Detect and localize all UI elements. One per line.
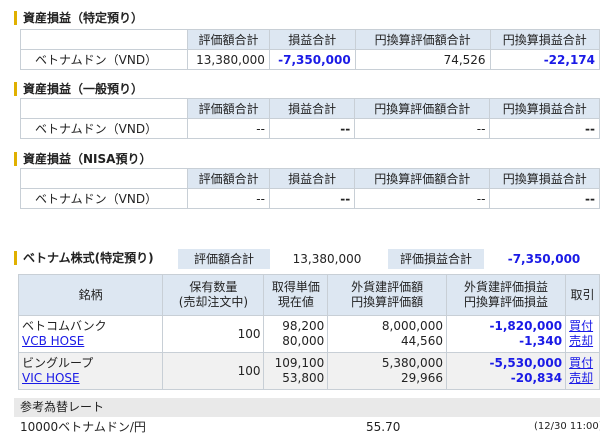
- col-jpy-pl-total: 円換算損益合計: [489, 98, 600, 119]
- profit-loss-cell: -1,820,000 -1,340: [445, 315, 567, 353]
- jpy-eval-total-value: 74,526: [354, 49, 491, 70]
- sell-link[interactable]: 売却: [569, 371, 593, 385]
- exchange-rate-row: 10000ベトナムドン/円 55.70 (12/30 11:00): [14, 419, 600, 435]
- eval-total-value: 13,380,000: [187, 49, 270, 70]
- holdings-table: 銘柄 保有数量 (売却注文中) 取得単価 現在値 外貨建評価額 円換算評価額 外貨建評…: [17, 274, 600, 390]
- summary-table-nisa: 評価額合計 損益合計 円換算評価額合計 円換算損益合計 ベトナムドン（VND） …: [19, 168, 600, 209]
- eval-total-value: --: [187, 188, 270, 209]
- col-jpy-eval-total: 円換算評価額合計: [354, 29, 491, 50]
- col-jpy-eval-total: 円換算評価額合計: [354, 168, 491, 189]
- col-trade: 取引: [565, 274, 600, 316]
- col-pl-total: 損益合計: [268, 98, 356, 119]
- pl-total-label: 評価損益合計: [388, 249, 484, 269]
- pl-total-value: --: [268, 188, 356, 209]
- col-eval-total: 評価額合計: [187, 29, 270, 50]
- col-profit-loss: 外貨建評価損益 円換算評価損益: [445, 274, 567, 316]
- col-pl-total: 損益合計: [268, 168, 356, 189]
- col-valuation: 外貨建評価額 円換算評価額: [327, 274, 447, 316]
- quantity: 100: [162, 315, 265, 353]
- price-cell: 98,200 80,000: [263, 315, 329, 353]
- section-title-nisa: 資産損益（NISA預り）: [14, 152, 151, 166]
- summary-table-ippan: 評価額合計 損益合計 円換算評価額合計 円換算損益合計 ベトナムドン（VND） …: [19, 98, 600, 139]
- col-pl-total: 損益合計: [268, 29, 356, 50]
- blank-cell: [19, 29, 189, 50]
- sell-link[interactable]: 売却: [569, 334, 593, 348]
- jpy-eval-total-value: --: [354, 118, 491, 139]
- eval-total-label: 評価額合計: [178, 249, 270, 269]
- valuation-cell: 5,380,000 29,966: [327, 352, 447, 390]
- currency-name: ベトナムドン（VND）: [19, 118, 189, 139]
- stock-name: ベトコムバンク: [22, 319, 107, 333]
- stock-name-cell: ベトコムバンク VCB HOSE: [17, 315, 164, 353]
- col-price: 取得単価 現在値: [263, 274, 329, 316]
- blank-cell: [19, 98, 189, 119]
- rate-time: (12/30 11:00): [534, 421, 600, 432]
- summary-table-tokutei: 評価額合計 損益合計 円換算評価額合計 円換算損益合計 ベトナムドン（VND） …: [19, 29, 600, 70]
- jpy-pl-total-value: --: [489, 188, 600, 209]
- profit-loss-cell: -5,530,000 -20,834: [445, 352, 567, 390]
- vietnam-stock-title: ベトナム株式(特定預り): [14, 251, 154, 265]
- rate-value: 55.70: [366, 420, 401, 434]
- eval-total-value: --: [187, 118, 270, 139]
- pl-total-value: -7,350,000: [507, 252, 581, 266]
- buy-link[interactable]: 買付: [569, 319, 593, 333]
- section-title-ippan: 資産損益（一般預り）: [14, 82, 143, 96]
- stock-name: ビングループ: [22, 356, 94, 370]
- col-jpy-pl-total: 円換算損益合計: [489, 168, 600, 189]
- jpy-eval-total-value: --: [354, 188, 491, 209]
- pl-total-value: --: [268, 118, 356, 139]
- stock-code-link[interactable]: VCB HOSE: [22, 334, 84, 348]
- blank-cell: [19, 168, 189, 189]
- col-stock-name: 銘柄: [17, 274, 164, 316]
- trade-cell: 買付 売却: [565, 315, 600, 353]
- col-eval-total: 評価額合計: [187, 168, 270, 189]
- jpy-pl-total-value: -22,174: [489, 49, 600, 70]
- col-jpy-eval-total: 円換算評価額合計: [354, 98, 491, 119]
- valuation-cell: 8,000,000 44,560: [327, 315, 447, 353]
- buy-link[interactable]: 買付: [569, 356, 593, 370]
- col-jpy-pl-total: 円換算損益合計: [489, 29, 600, 50]
- stock-code-link[interactable]: VIC HOSE: [22, 371, 80, 385]
- section-title-tokutei: 資産損益（特定預り）: [14, 11, 143, 25]
- table-row: ベトコムバンク VCB HOSE 100 98,200 80,000 8,000,…: [17, 315, 600, 353]
- stock-name-cell: ビングループ VIC HOSE: [17, 352, 164, 390]
- vietnam-stock-header: ベトナム株式(特定預り) 評価額合計 13,380,000 評価損益合計 -7,…: [14, 249, 600, 269]
- jpy-pl-total-value: --: [489, 118, 600, 139]
- col-quantity: 保有数量 (売却注文中): [162, 274, 265, 316]
- currency-name: ベトナムドン（VND）: [19, 188, 189, 209]
- quantity: 100: [162, 352, 265, 390]
- col-eval-total: 評価額合計: [187, 98, 270, 119]
- eval-total-value: 13,380,000: [292, 252, 362, 266]
- currency-name: ベトナムドン（VND）: [19, 49, 189, 70]
- trade-cell: 買付 売却: [565, 352, 600, 390]
- price-cell: 109,100 53,800: [263, 352, 329, 390]
- pl-total-value: -7,350,000: [268, 49, 356, 70]
- currency-pair: 10000ベトナムドン/円: [20, 420, 146, 434]
- table-row: ビングループ VIC HOSE 100 109,100 53,800 5,380,…: [17, 352, 600, 390]
- exchange-rate-title: 参考為替レート: [14, 398, 600, 417]
